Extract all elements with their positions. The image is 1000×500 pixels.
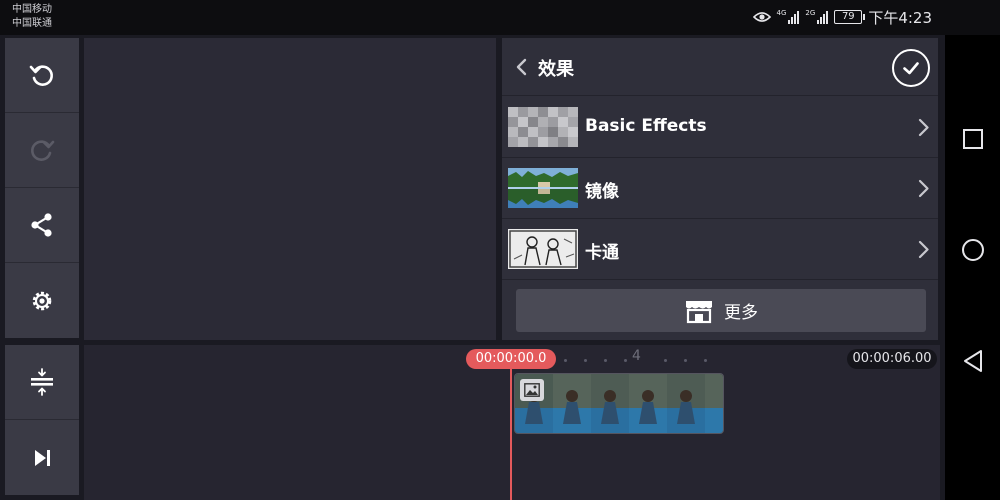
track-adjust-button[interactable] — [5, 345, 79, 420]
panel-title: 效果 — [538, 59, 574, 80]
back-icon[interactable] — [514, 58, 528, 76]
carrier-1: 中国移动 — [12, 4, 52, 15]
end-time-badge: 00:00:06.00 — [847, 349, 937, 369]
effects-panel: 效果 Basic Effects 镜像 卡通 更多 — [502, 38, 938, 340]
effect-label: 镜像 — [585, 182, 619, 202]
effect-thumbnail — [508, 168, 578, 208]
effect-item-mirror[interactable]: 镜像 — [502, 158, 938, 219]
effect-thumbnail — [508, 229, 578, 269]
panel-header: 效果 — [502, 38, 938, 96]
clip-frame — [705, 374, 723, 433]
timeline-clip[interactable] — [514, 373, 724, 434]
more-label: 更多 — [724, 303, 758, 323]
effect-label: Basic Effects — [585, 116, 707, 136]
home-button[interactable] — [961, 238, 985, 262]
status-bar: 中国移动 中国联通 4G 2G 79 下午4:23 — [0, 0, 1000, 35]
timeline-toolbar — [5, 345, 79, 495]
effect-thumbnail — [508, 107, 578, 147]
current-time-badge: 00:00:00.0 — [466, 349, 556, 369]
square-icon — [963, 129, 983, 149]
signal-icon: 4G — [777, 10, 800, 24]
image-icon — [520, 379, 544, 401]
skip-to-end-button[interactable] — [5, 420, 79, 495]
more-button[interactable]: 更多 — [516, 289, 926, 332]
redo-icon — [31, 140, 55, 161]
clip-frame — [591, 374, 629, 433]
chevron-right-icon — [918, 179, 929, 198]
track-adjust-icon — [31, 368, 53, 396]
effect-label: 卡通 — [585, 243, 619, 263]
back-button[interactable] — [961, 349, 985, 373]
eye-icon — [752, 12, 771, 22]
store-icon — [686, 300, 712, 323]
settings-button[interactable] — [5, 263, 79, 338]
top-toolbar — [5, 38, 79, 340]
clip-frame — [553, 374, 591, 433]
undo-icon — [29, 65, 53, 86]
recent-apps-button[interactable] — [961, 127, 985, 151]
clip-frame — [667, 374, 705, 433]
share-icon — [31, 213, 52, 237]
signal-2-type: 2G — [805, 9, 816, 17]
ruler-mark: 4 — [632, 348, 641, 364]
clock: 下午4:23 — [868, 8, 932, 27]
effect-item-cartoon[interactable]: 卡通 — [502, 219, 938, 280]
circle-icon — [962, 239, 984, 261]
signal-1-type: 4G — [776, 9, 787, 17]
gear-icon — [32, 291, 52, 310]
chevron-right-icon — [918, 118, 929, 137]
battery-icon: 79 — [834, 10, 866, 24]
share-button[interactable] — [5, 188, 79, 263]
skip-end-icon — [35, 449, 50, 466]
system-nav-bar — [945, 35, 1000, 500]
checkmark-icon — [903, 62, 919, 75]
redo-button[interactable] — [5, 113, 79, 188]
triangle-back-icon — [964, 350, 982, 372]
timeline[interactable]: 4 00:00:00.0 00:00:06.00 — [84, 345, 940, 500]
editor-app: 效果 Basic Effects 镜像 卡通 更多 4 00:00:00.0 0… — [0, 35, 945, 500]
effect-item-basic-effects[interactable]: Basic Effects — [502, 97, 938, 158]
carrier-2: 中国联通 — [12, 18, 52, 29]
done-button[interactable] — [892, 49, 930, 87]
undo-button[interactable] — [5, 38, 79, 113]
clip-frame — [629, 374, 667, 433]
status-icons: 4G 2G 79 下午4:23 — [752, 7, 932, 27]
video-preview[interactable] — [84, 38, 496, 340]
chevron-right-icon — [918, 240, 929, 259]
playhead[interactable] — [510, 365, 512, 500]
signal-icon: 2G — [805, 9, 829, 24]
